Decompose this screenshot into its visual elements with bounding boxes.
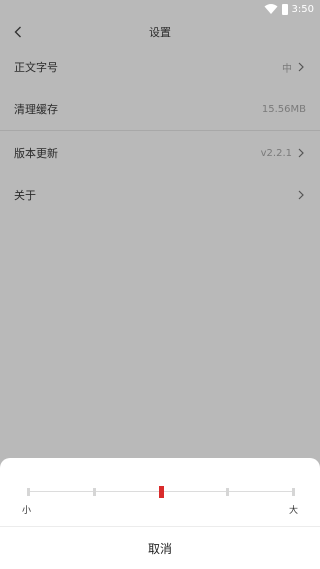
cancel-button[interactable]: 取消 [0, 528, 320, 569]
slider-tick[interactable] [292, 488, 295, 496]
font-size-sheet: 小 大 取消 [0, 458, 320, 569]
slider-max-label: 大 [289, 506, 299, 516]
slider-min-label: 小 [22, 506, 32, 516]
sheet-divider [0, 526, 320, 527]
settings-row-value: 15.56MB [261, 103, 306, 115]
slider-tick[interactable] [93, 488, 96, 496]
status-time: 3:50 [291, 3, 314, 15]
settings-row-label: 清理缓存 [14, 103, 58, 116]
settings-row-label: 版本更新 [14, 147, 58, 160]
settings-row-label: 关于 [14, 189, 36, 202]
slider-thumb[interactable] [159, 486, 164, 498]
battery-icon [281, 3, 288, 15]
status-bar: 3:50 [0, 0, 320, 18]
slider-tick[interactable] [27, 488, 30, 496]
settings-row-about[interactable]: 关于 [0, 174, 320, 216]
settings-row-value: v2.2.1 [260, 147, 292, 159]
page-title: 设置 [149, 26, 171, 39]
section-divider [0, 130, 320, 131]
settings-row-label: 正文字号 [14, 61, 58, 74]
slider-tick[interactable] [226, 488, 229, 496]
settings-row-font-size[interactable]: 正文字号 中 [0, 46, 320, 88]
wifi-icon [264, 4, 278, 14]
chevron-right-icon [296, 61, 306, 73]
font-size-slider[interactable] [27, 486, 295, 498]
back-arrow-icon [14, 26, 21, 38]
settings-row-clear-cache[interactable]: 清理缓存 15.56MB [0, 88, 320, 130]
settings-row-value: 中 [282, 63, 292, 75]
back-button[interactable] [9, 22, 27, 42]
chevron-right-icon [296, 189, 306, 201]
app-header: 设置 [0, 18, 320, 46]
settings-screen: 3:50 设置 正文字号 中 清理缓存 15.56MB 版本更新 v2.2.1 … [0, 0, 320, 569]
chevron-right-icon [296, 147, 306, 159]
settings-row-version-update[interactable]: 版本更新 v2.2.1 [0, 132, 320, 174]
